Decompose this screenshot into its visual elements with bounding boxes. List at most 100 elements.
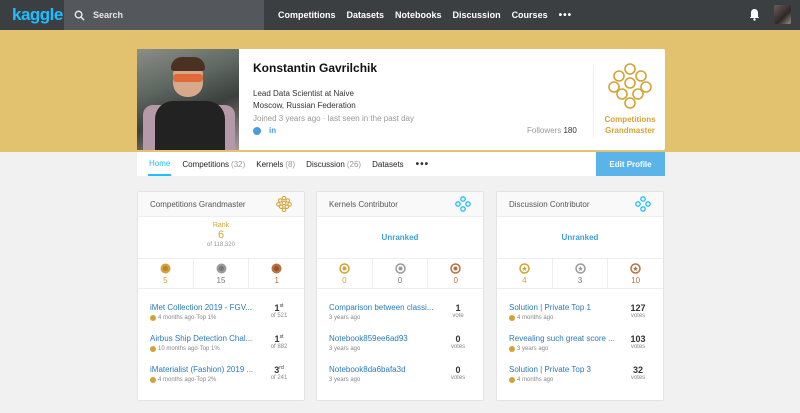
item-title[interactable]: Solution | Private Top 3 [509,365,631,374]
gold-medal-icon [509,346,515,352]
nav-notebooks[interactable]: Notebooks [395,10,442,20]
item-title[interactable]: Airbus Ship Detection Chal... [150,334,272,343]
github-icon[interactable] [253,126,261,135]
followers-label: Followers [527,126,562,135]
search-input[interactable]: Search [64,0,264,30]
list-item[interactable]: Notebook8da6bafa3d 3 years ago 0 votes [317,357,483,388]
gold-medals: 4 [497,259,553,288]
gold-medal-icon [160,263,171,273]
followers-number: 180 [563,126,577,135]
item-title[interactable]: Notebook859ee6ad93 [329,334,451,343]
bronze-medals: 10 [608,259,663,288]
gold-medal-icon [509,377,515,383]
gold-medal-icon [509,315,515,321]
list-item[interactable]: Solution | Private Top 3 4 months ago 32… [497,357,663,388]
rank-status: Unranked [317,217,483,259]
list-item[interactable]: Airbus Ship Detection Chal... 10 months … [138,326,304,357]
card-header: Discussion Contributor [497,192,663,217]
gold-medal-icon [339,262,350,274]
logo-link[interactable]: kaggle [0,0,64,30]
bronze-medal-icon [450,262,461,274]
profile-location: Moscow, Russian Federation [253,101,356,110]
tab-discussion[interactable]: Discussion (26) [306,152,361,176]
item-title[interactable]: iMet Collection 2019 - FGV... [150,303,272,312]
nav-discussion[interactable]: Discussion [453,10,501,20]
discussion-list: Solution | Private Top 1 4 months ago 12… [497,289,663,388]
item-title[interactable]: Solution | Private Top 1 [509,303,631,312]
card-title: Discussion Contributor [509,199,590,209]
search-placeholder: Search [93,10,124,20]
bronze-medals: 0 [428,259,483,288]
gold-medals: 0 [317,259,373,288]
kernels-card: Kernels Contributor Unranked 0 0 0 Compa… [316,191,484,401]
item-title[interactable]: Notebook8da6bafa3d [329,365,451,374]
bronze-medal-icon [630,262,641,274]
card-header: Competitions Grandmaster [138,192,304,217]
tab-competitions[interactable]: Competitions (32) [182,152,245,176]
silver-medal-icon [394,262,406,274]
grandmaster-badge-icon [276,196,292,212]
silver-medals: 15 [194,259,250,288]
tabs-more-button[interactable]: ••• [416,159,430,170]
discussion-card: Discussion Contributor Unranked 4 3 10 S… [496,191,664,401]
kernel-list: Comparison between classi... 3 years ago… [317,289,483,388]
tab-home[interactable]: Home [148,152,172,176]
list-item[interactable]: Comparison between classi... 3 years ago… [317,295,483,326]
item-title[interactable]: Comparison between classi... [329,303,451,312]
main-nav: Competitions Datasets Notebooks Discussi… [278,10,572,21]
list-item[interactable]: Solution | Private Top 1 4 months ago 12… [497,295,663,326]
nav-more-button[interactable]: ••• [559,10,573,21]
rank-label: Rank [212,222,230,229]
nav-competitions[interactable]: Competitions [278,10,336,20]
bronze-medal-icon [271,263,282,273]
rank-status: Unranked [497,217,663,259]
silver-medals: 3 [553,259,609,288]
rank-box: Rank 6 of 118,320 [138,217,304,259]
gold-medal-icon [150,377,156,383]
medal-counts: 0 0 0 [317,259,483,289]
medal-counts: 4 3 10 [497,259,663,289]
list-item[interactable]: Revealing such great score ... 3 years a… [497,326,663,357]
list-item[interactable]: iMaterialist (Fashion) 2019 ... 4 months… [138,357,304,388]
search-icon [74,10,85,21]
divider [593,65,594,137]
item-title[interactable]: iMaterialist (Fashion) 2019 ... [150,365,272,374]
profile-photo [137,49,239,150]
card-title: Competitions Grandmaster [150,199,246,209]
followers-count[interactable]: Followers 180 [527,126,577,135]
gold-medal-icon [519,262,530,274]
item-title[interactable]: Revealing such great score ... [509,334,631,343]
silver-medal-icon [216,263,226,273]
grandmaster-badge-icon [608,63,652,109]
card-header: Kernels Contributor [317,192,483,217]
bronze-medals: 1 [249,259,304,288]
top-navigation-bar: kaggle Search Competitions Datasets Note… [0,0,800,30]
medal-counts: 5 15 1 [138,259,304,289]
kaggle-logo: kaggle [12,5,63,24]
gold-medals: 5 [138,259,194,288]
nav-datasets[interactable]: Datasets [347,10,385,20]
profile-joined: Joined 3 years ago · last seen in the pa… [253,114,414,123]
gold-medal-icon [150,315,156,321]
tab-datasets[interactable]: Datasets [372,152,404,176]
user-avatar[interactable] [774,5,791,24]
rank-total: of 118,320 [207,242,235,248]
rank-value: 6 [217,229,225,241]
silver-medal-icon [574,262,586,274]
contributor-badge-icon [635,196,651,212]
profile-occupation: Lead Data Scientist at Naive [253,89,354,98]
competition-list: iMet Collection 2019 - FGV... 4 months a… [138,289,304,388]
gold-medal-icon [150,346,156,352]
tab-kernels[interactable]: Kernels (8) [256,152,295,176]
list-item[interactable]: Notebook859ee6ad93 3 years ago 0 votes [317,326,483,357]
notifications-button[interactable] [749,8,760,26]
silver-medals: 0 [373,259,429,288]
profile-name: Konstantin Gavrilchik [253,61,378,75]
tier-label: Competitions Grandmaster [604,115,656,135]
profile-card: Konstantin Gavrilchik Lead Data Scientis… [137,49,665,150]
social-links: in [253,126,276,135]
edit-profile-button[interactable]: Edit Profile [596,152,665,176]
nav-courses[interactable]: Courses [512,10,548,20]
list-item[interactable]: iMet Collection 2019 - FGV... 4 months a… [138,295,304,326]
linkedin-icon[interactable]: in [269,126,276,135]
